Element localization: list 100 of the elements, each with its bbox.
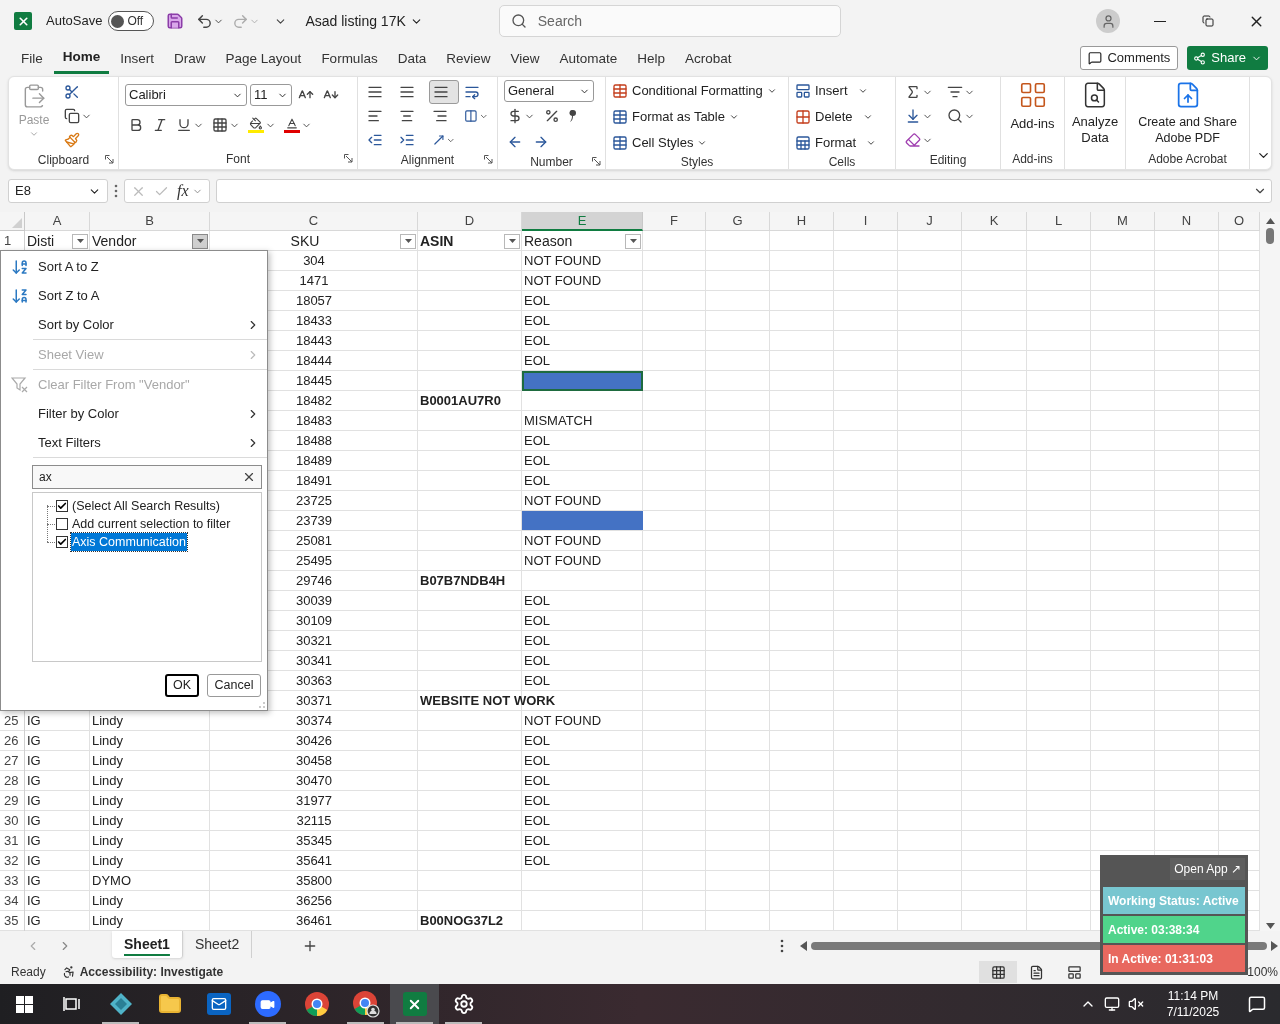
cell-text: EOL bbox=[524, 292, 550, 311]
cell-text: IG bbox=[27, 892, 41, 911]
clock[interactable]: 11:14 PM 7/11/2025 bbox=[1158, 988, 1228, 1020]
cell-text: 18445 bbox=[295, 372, 333, 391]
sheet-tab[interactable]: Sheet2 bbox=[182, 931, 253, 958]
column-header[interactable]: A bbox=[25, 212, 90, 231]
cell-text: Lindy bbox=[92, 892, 124, 911]
filter-option[interactable]: Axis Communication bbox=[71, 532, 187, 552]
column-header[interactable]: J bbox=[898, 212, 962, 231]
filter-option[interactable]: Add current selection to filter bbox=[71, 514, 232, 534]
row-header: 29 bbox=[3, 792, 20, 810]
dialog-button[interactable]: OK bbox=[165, 674, 199, 697]
analyze-data-button[interactable]: Analyze Data bbox=[1071, 80, 1119, 151]
styles-menu-button[interactable]: Cell Styles bbox=[612, 132, 777, 154]
menu-item[interactable]: Sort by Color bbox=[1, 310, 268, 339]
row-header: 32 bbox=[3, 852, 20, 870]
cell-text: 18443 bbox=[295, 332, 333, 351]
ribbon-tab[interactable]: Automate bbox=[550, 44, 627, 74]
cell-text: 35800 bbox=[295, 872, 333, 891]
styles-menu-button[interactable]: Conditional Formatting bbox=[612, 80, 777, 102]
group-label: Adobe Acrobat bbox=[1148, 151, 1227, 168]
cell-text: IG bbox=[27, 912, 41, 931]
open-app-button[interactable]: Open App ↗ bbox=[1170, 858, 1245, 880]
cell-text: EOL bbox=[524, 672, 550, 691]
menu-item[interactable]: Text Filters bbox=[1, 428, 268, 457]
column-header[interactable]: B bbox=[90, 212, 210, 231]
menu-item[interactable]: Sort A to Z bbox=[1, 252, 268, 281]
filter-option[interactable]: (Select All Search Results) bbox=[71, 496, 221, 516]
name-box[interactable]: E8 bbox=[8, 179, 108, 203]
column-header[interactable]: K bbox=[962, 212, 1027, 231]
row-header: 30 bbox=[3, 812, 20, 830]
share-button[interactable]: Share bbox=[1187, 46, 1268, 70]
cell-text: EOL bbox=[524, 352, 550, 371]
search-field[interactable]: Search bbox=[498, 5, 841, 37]
document-title[interactable]: Asad listing 17K bbox=[305, 10, 423, 32]
column-header[interactable]: G bbox=[706, 212, 770, 231]
cell-text: EOL bbox=[524, 432, 550, 451]
column-header[interactable]: F bbox=[643, 212, 706, 231]
row-header: 34 bbox=[3, 892, 20, 910]
sheet-tab[interactable]: Sheet1 bbox=[112, 931, 183, 958]
ribbon-tab[interactable]: Review bbox=[437, 44, 500, 74]
menu-item[interactable]: Filter by Color bbox=[1, 399, 268, 428]
cells-menu-button[interactable]: Insert bbox=[795, 80, 877, 102]
filter-search-field[interactable]: ax bbox=[32, 465, 262, 489]
styles-menu-button[interactable]: Format as Table bbox=[612, 106, 777, 128]
cells-menu-button[interactable]: Format bbox=[795, 132, 877, 154]
ribbon-tab[interactable]: Insert bbox=[111, 44, 164, 74]
ribbon-tab[interactable]: Help bbox=[628, 44, 675, 74]
cell-text: 30321 bbox=[295, 632, 333, 651]
cell-text: 18433 bbox=[295, 312, 333, 331]
status-banner: Active: 03:38:34 bbox=[1103, 916, 1245, 943]
cell-text: DYMO bbox=[92, 872, 131, 891]
dialog-button[interactable]: Cancel bbox=[207, 674, 261, 697]
group-label: Editing bbox=[929, 152, 967, 169]
font-name-dropdown[interactable]: Calibri bbox=[125, 84, 247, 106]
add-ins-button[interactable]: Add-ins bbox=[1007, 80, 1058, 151]
cell-text: 23725 bbox=[295, 492, 333, 511]
column-header[interactable]: C bbox=[210, 212, 418, 231]
create-pdf-button[interactable]: Create and Share Adobe PDF bbox=[1132, 80, 1243, 151]
column-header[interactable]: H bbox=[770, 212, 834, 231]
comments-button[interactable]: Comments bbox=[1080, 46, 1179, 70]
cell-text: EOL bbox=[524, 472, 550, 491]
ribbon-tab[interactable]: Formulas bbox=[312, 44, 387, 74]
autosave-toggle[interactable]: Off bbox=[108, 11, 155, 31]
column-header[interactable]: I bbox=[834, 212, 898, 231]
accessibility-button[interactable]: Accessibility: Investigate bbox=[61, 963, 224, 981]
number-format-dropdown[interactable]: General bbox=[504, 80, 594, 102]
insert-function-button[interactable]: fx bbox=[177, 179, 203, 203]
cell-text: 30470 bbox=[295, 772, 333, 791]
font-size-dropdown[interactable]: 11 bbox=[250, 84, 292, 106]
ribbon-tab[interactable]: File bbox=[12, 44, 52, 74]
cell-text: IG bbox=[27, 772, 41, 791]
ribbon-tab[interactable]: Data bbox=[388, 44, 436, 74]
cell-text: IG bbox=[27, 752, 41, 771]
row-header: 1 bbox=[3, 232, 13, 250]
column-header[interactable]: N bbox=[1155, 212, 1219, 231]
column-header[interactable]: E bbox=[522, 212, 643, 231]
column-header[interactable]: L bbox=[1027, 212, 1091, 231]
cell-text: 30341 bbox=[295, 652, 333, 671]
cell-text: 35345 bbox=[295, 832, 333, 851]
ribbon-tab[interactable]: View bbox=[501, 44, 549, 74]
status-text: Ready bbox=[11, 964, 46, 981]
cell-text: B00NOG37L2 bbox=[420, 912, 504, 931]
ribbon-tab[interactable]: Page Layout bbox=[216, 44, 311, 74]
cell-text: B0001AU7R0 bbox=[420, 392, 501, 411]
group-label: Alignment bbox=[400, 152, 455, 169]
ribbon-tab[interactable]: Draw bbox=[165, 44, 215, 74]
cell-text: 30374 bbox=[295, 712, 333, 731]
cell-text: WEBSITE NOT WORK bbox=[420, 692, 556, 711]
cell-text: 25081 bbox=[295, 532, 333, 551]
cell-text: Lindy bbox=[92, 792, 124, 811]
ribbon-tab[interactable]: Acrobat bbox=[676, 44, 741, 74]
column-header[interactable]: M bbox=[1091, 212, 1155, 231]
cell-text: 30363 bbox=[295, 672, 333, 691]
cells-menu-button[interactable]: Delete bbox=[795, 106, 877, 128]
menu-item[interactable]: Sort Z to A bbox=[1, 281, 268, 310]
cell-text: 18057 bbox=[295, 292, 333, 311]
group-label: Number bbox=[530, 154, 573, 171]
cell-text: EOL bbox=[524, 732, 550, 751]
cell-text: NOT FOUND bbox=[524, 532, 602, 551]
